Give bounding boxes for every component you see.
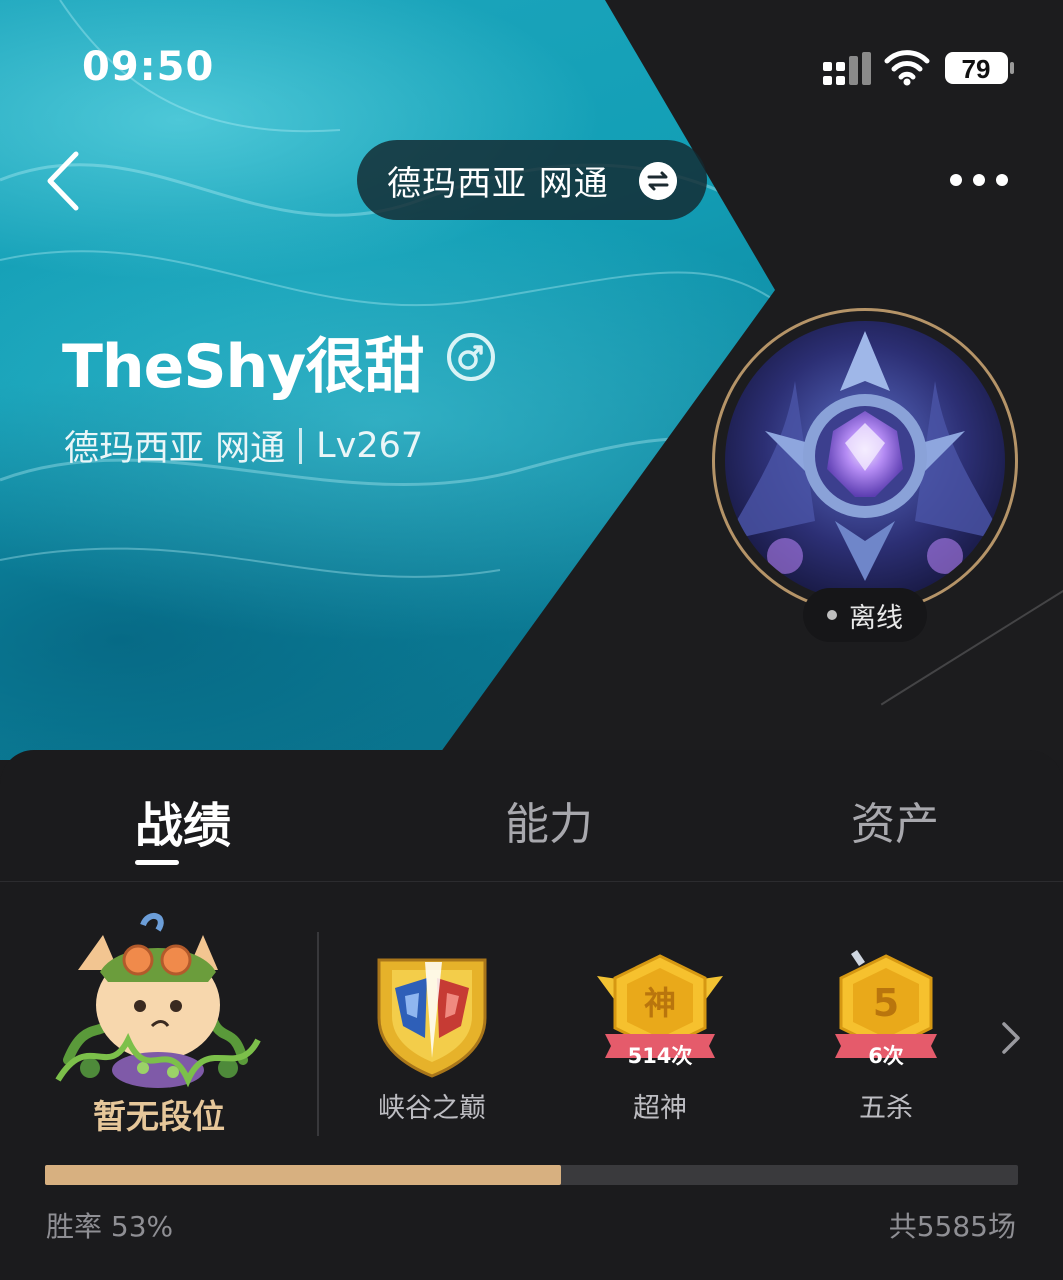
honor-legendary-label: 超神 [633, 1093, 687, 1124]
tab-match-records[interactable]: 战绩 [135, 786, 231, 856]
total-games-text: 共5585场 [888, 1210, 1016, 1243]
active-tab-indicator [135, 860, 179, 865]
honor-pentakill-count: 6次 [868, 1044, 904, 1068]
wifi-icon [884, 50, 930, 86]
profile-content-sheet: 战绩 能力 资产 暂无段位 峡谷之巅 神 514次 超神 5 6次 五杀 胜率 … [0, 750, 1063, 1280]
cellular-signal-icon [823, 52, 871, 85]
server-pill-label: 德玛西亚 网通 [387, 163, 609, 204]
win-rate-bar [45, 1165, 1018, 1185]
sub-info-divider [299, 427, 303, 464]
honor-legendary-count: 514次 [627, 1044, 693, 1068]
battery-icon: 79 [945, 52, 1014, 84]
swap-icon [639, 162, 677, 200]
unranked-teemo-icon [55, 913, 261, 1088]
honor-summit-badge[interactable]: 峡谷之巅 [347, 948, 517, 1128]
honor-summit-label: 峡谷之巅 [378, 1093, 486, 1124]
honor-pentakill-badge[interactable]: 5 6次 五杀 [801, 948, 971, 1128]
status-dot [827, 610, 837, 620]
server-switch-button[interactable]: 德玛西亚 网通 [357, 140, 707, 220]
crystal-emblem-icon [725, 321, 1005, 601]
chevron-right-icon[interactable] [996, 1018, 1026, 1058]
win-rate-bar-fill [45, 1165, 561, 1185]
win-rate-text: 胜率 53% [46, 1210, 174, 1243]
male-gender-icon [447, 333, 495, 381]
player-name: TheShy很甜 [62, 332, 424, 402]
status-time: 09:50 [82, 44, 215, 90]
honor-pentakill-label: 五杀 [859, 1093, 913, 1124]
battery-level: 79 [962, 54, 991, 84]
pentakill-badge-char: 5 [873, 981, 899, 1025]
player-level: Lv267 [316, 425, 424, 466]
online-status-badge: 离线 [803, 588, 927, 642]
avatar-frame[interactable] [712, 308, 1018, 614]
rank-label: 暂无段位 [93, 1097, 225, 1136]
summit-shield-icon [377, 958, 487, 1078]
online-status-text: 离线 [849, 602, 903, 634]
section-divider [317, 932, 319, 1136]
tab-abilities[interactable]: 能力 [505, 788, 593, 852]
honor-legendary-badge[interactable]: 神 514次 超神 [575, 948, 745, 1128]
avatar [725, 321, 1005, 601]
tab-assets[interactable]: 资产 [851, 788, 939, 852]
player-server: 德玛西亚 网通 [64, 429, 286, 469]
profile-tabs: 战绩 能力 资产 [0, 750, 1063, 882]
profile-header: 09:50 79 德玛西亚 网通 TheShy很甜 德玛西亚 网通 Lv267 … [0, 0, 1063, 760]
more-options-icon[interactable] [944, 160, 1014, 200]
back-button[interactable] [40, 148, 90, 214]
player-sub-info: 德玛西亚 网通 Lv267 [64, 420, 423, 471]
legendary-badge-char: 神 [644, 984, 676, 1022]
status-bar: 09:50 79 [0, 0, 1063, 130]
